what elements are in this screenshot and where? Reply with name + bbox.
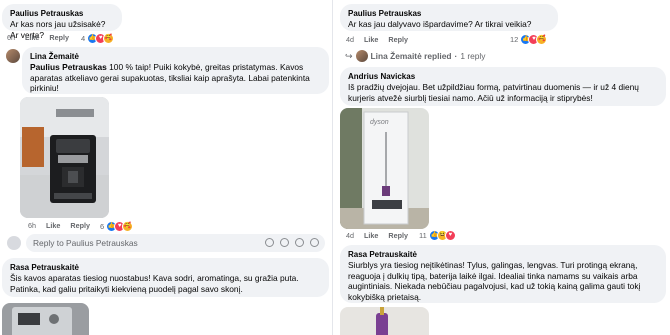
comment-time[interactable]: 6h: [7, 33, 15, 42]
box-brand-text: dyson: [370, 119, 389, 126]
comment-bubble: Rasa Petrauskaitė Siurblys yra tiesiog n…: [340, 245, 666, 303]
separator-dot: ·: [454, 51, 458, 61]
comment-time[interactable]: 6h: [28, 221, 36, 230]
comment-time[interactable]: 4d: [346, 231, 354, 240]
reaction-count: 11: [419, 231, 427, 240]
vacuum-box-image: dyson: [340, 108, 429, 229]
reaction-summary[interactable]: 12 👍 ♥ 🥰: [510, 34, 548, 45]
left-comments-panel: Paulius Petrauskas Ar kas nors jau užsis…: [0, 0, 333, 335]
comment-author[interactable]: Paulius Petrauskas: [348, 9, 550, 19]
comment-actions: 4d Like Reply: [346, 231, 418, 240]
vacuum-image: [340, 307, 429, 335]
like-button[interactable]: Like: [364, 35, 378, 44]
comment-bubble: Andrius Navickas Iš pradžių dvejojau. Be…: [340, 67, 666, 106]
gif-icon[interactable]: [310, 238, 319, 247]
reaction-summary[interactable]: 6 👍 ♥ 🥰: [100, 221, 134, 232]
coffee-machine-image: [20, 97, 109, 218]
comment-actions: 6h Like Reply: [7, 33, 79, 42]
reply-button[interactable]: Reply: [70, 221, 90, 230]
comment-author[interactable]: Andrius Navickas: [348, 72, 658, 82]
care-reaction-icon: 🥰: [536, 34, 548, 45]
like-button[interactable]: Like: [46, 221, 60, 230]
comment-bubble: Paulius Petrauskas Ar kas jau dalyvavo i…: [340, 4, 558, 31]
espresso-machine-image: [2, 303, 89, 335]
vacuum-box-photo[interactable]: dyson: [340, 108, 429, 229]
comment-text: Šis kavos aparatas tiesiog nuostabus! Ka…: [10, 273, 299, 294]
reply-button[interactable]: Reply: [388, 35, 408, 44]
current-user-avatar: [7, 236, 21, 250]
comment-author[interactable]: Rasa Petrauskaitė: [348, 250, 658, 260]
care-reaction-icon: 🥰: [122, 221, 134, 232]
like-button[interactable]: Like: [364, 231, 378, 240]
view-replies-link[interactable]: ↪ Lina Žemaitė replied · 1 reply: [345, 50, 485, 62]
reply-button[interactable]: Reply: [49, 33, 69, 42]
reaction-count: 12: [510, 35, 519, 44]
reaction-summary[interactable]: 4 👍 ♥ 🥰: [81, 33, 115, 44]
comment-actions: 4d Like Reply: [346, 35, 418, 44]
vacuum-photo[interactable]: [340, 307, 429, 335]
comment-text: Siurblys yra tiesiog neįtikėtinas! Tylus…: [348, 260, 641, 302]
reaction-count: 6: [100, 222, 105, 231]
love-reaction-icon: ♥: [444, 230, 456, 241]
avatar-sticker-icon[interactable]: [265, 238, 274, 247]
mention-link[interactable]: Paulius Petrauskas: [30, 62, 107, 72]
like-button[interactable]: Like: [25, 33, 39, 42]
comment-time[interactable]: 4d: [346, 35, 354, 44]
comment-bubble: Paulius Petrauskas Ar kas nors jau užsis…: [2, 4, 122, 40]
comment-author[interactable]: Paulius Petrauskas: [10, 9, 114, 19]
comment-text: Ar kas jau dalyvavo išpardavime? Ar tikr…: [348, 19, 532, 29]
right-comments-panel: Paulius Petrauskas Ar kas jau dalyvavo i…: [336, 0, 670, 335]
comment-bubble: Lina Žemaitė Paulius Petrauskas 100 % ta…: [22, 47, 329, 94]
comment-text: Paulius Petrauskas 100 % taip! Puiki kok…: [30, 62, 321, 94]
reaction-summary[interactable]: 11 👍 😆 ♥: [419, 230, 456, 241]
reply-count: 1 reply: [460, 51, 486, 61]
reply-input[interactable]: Reply to Paulius Petrauskas: [26, 234, 325, 252]
avatar[interactable]: [6, 49, 20, 63]
comment-bubble: Rasa Petrauskaitė Šis kavos aparatas tie…: [2, 258, 329, 297]
reaction-count: 4: [81, 34, 86, 43]
care-reaction-icon: 🥰: [103, 33, 115, 44]
replied-name: Lina Žemaitė replied: [370, 51, 452, 61]
comment-actions: 6h Like Reply: [28, 221, 100, 230]
espresso-machine-photo[interactable]: [2, 303, 89, 335]
reply-button[interactable]: Reply: [388, 231, 408, 240]
coffee-machine-photo[interactable]: [20, 97, 109, 218]
reply-tools: [265, 238, 319, 247]
emoji-icon[interactable]: [280, 238, 289, 247]
comment-text: Iš pradžių dvejojau. Bet užpildžiau form…: [348, 82, 639, 103]
camera-icon[interactable]: [295, 238, 304, 247]
avatar: [355, 50, 368, 62]
reply-input-placeholder: Reply to Paulius Petrauskas: [33, 238, 138, 248]
reply-arrow-icon: ↪: [345, 50, 353, 61]
comment-author[interactable]: Lina Žemaitė: [30, 52, 321, 62]
comment-author[interactable]: Rasa Petrauskaitė: [10, 263, 321, 273]
